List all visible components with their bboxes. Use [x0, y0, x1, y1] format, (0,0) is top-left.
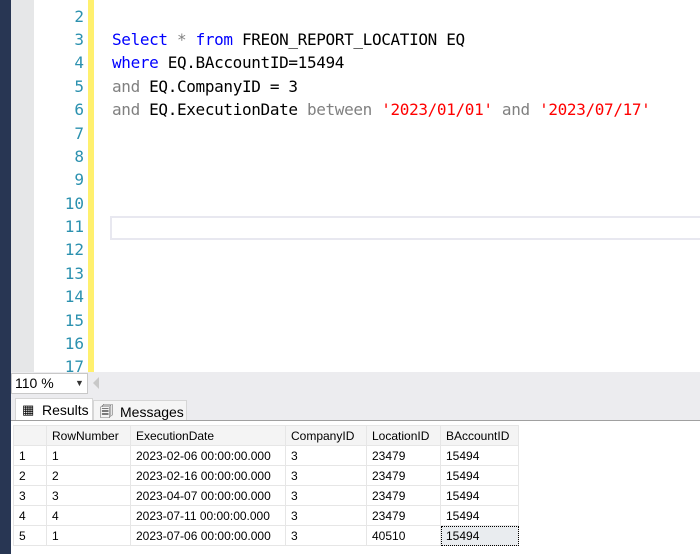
cell[interactable]: 3 — [285, 485, 367, 506]
code-text: FREON_REPORT_LOCATION EQ — [232, 30, 465, 49]
cell[interactable]: 4 — [46, 505, 131, 526]
string-literal: '2023/01/01' — [381, 100, 493, 119]
line-number: 9 — [74, 170, 84, 189]
column-header[interactable]: ExecutionDate — [130, 425, 286, 446]
cell[interactable]: 1 — [46, 445, 131, 466]
cell[interactable]: 23479 — [366, 485, 441, 506]
line-number: 16 — [64, 334, 84, 353]
tab-label: Results — [42, 402, 89, 418]
code-text: EQ.ExecutionDate — [139, 100, 307, 119]
tab-results[interactable]: ▦ Results — [15, 398, 93, 421]
operator: * — [167, 30, 196, 49]
editor-statusbar: 110 % ▼ — [11, 372, 700, 394]
cell[interactable]: 23479 — [366, 445, 441, 466]
cell[interactable]: 1 — [46, 525, 131, 546]
selected-cell[interactable]: 15494 — [440, 525, 519, 546]
cell[interactable]: 3 — [285, 465, 367, 486]
change-tracking-bar — [88, 0, 94, 372]
cell[interactable]: 2 — [46, 465, 131, 486]
chevron-down-icon: ▼ — [75, 378, 84, 388]
cell[interactable]: 23479 — [366, 465, 441, 486]
code-text: EQ.BAccountID=15494 — [158, 53, 345, 72]
cell[interactable]: 15494 — [440, 445, 519, 466]
column-header[interactable]: RowNumber — [46, 425, 131, 446]
row-header[interactable]: 3 — [13, 485, 47, 506]
zoom-level-value: 110 % — [15, 375, 54, 391]
line-number: 2 — [74, 7, 84, 26]
table-row: 5 1 2023-07-06 00:00:00.000 3 40510 1549… — [13, 525, 519, 546]
cell[interactable]: 2023-07-06 00:00:00.000 — [130, 525, 286, 546]
scroll-left-icon[interactable] — [93, 377, 99, 389]
line-number: 6 — [74, 100, 84, 119]
line-number: 10 — [64, 194, 84, 213]
query-editor[interactable]: 2 3 4 5 6 7 8 9 10 11 12 13 14 15 16 17 … — [34, 0, 700, 372]
cell[interactable]: 3 — [46, 485, 131, 506]
results-grid: RowNumber ExecutionDate CompanyID Locati… — [11, 420, 700, 555]
cell[interactable]: 3 — [285, 445, 367, 466]
line-number: 5 — [74, 77, 84, 96]
cell[interactable]: 2023-04-07 00:00:00.000 — [130, 485, 286, 506]
cell[interactable]: 23479 — [366, 505, 441, 526]
line-number: 17 — [64, 357, 84, 372]
column-header[interactable]: BAccountID — [440, 425, 519, 446]
cell[interactable]: 3 — [285, 505, 367, 526]
line-number: 7 — [74, 124, 84, 143]
row-header[interactable]: 2 — [13, 465, 47, 486]
keyword: from — [195, 30, 233, 49]
code-line-3[interactable]: Select * from FREON_REPORT_LOCATION EQ — [112, 28, 465, 51]
cell[interactable]: 2023-07-11 00:00:00.000 — [130, 505, 286, 526]
row-header[interactable]: 1 — [13, 445, 47, 466]
keyword: and — [492, 100, 540, 119]
cell[interactable]: 2023-02-16 00:00:00.000 — [130, 465, 286, 486]
cell[interactable]: 15494 — [440, 465, 519, 486]
cell[interactable]: 15494 — [440, 505, 519, 526]
keyword: Select — [112, 30, 168, 49]
keyword: where — [112, 53, 159, 72]
window-left-edge — [0, 0, 11, 554]
editor-margin — [11, 0, 34, 372]
line-number: 12 — [64, 240, 84, 259]
table-row: 3 3 2023-04-07 00:00:00.000 3 23479 1549… — [13, 485, 519, 506]
string-literal: '2023/07/17' — [539, 100, 651, 119]
line-number: 14 — [64, 287, 84, 306]
line-number: 3 — [74, 30, 84, 49]
zoom-level-dropdown[interactable]: 110 % ▼ — [11, 373, 88, 394]
keyword: and — [112, 77, 140, 96]
keyword: and — [112, 100, 140, 119]
line-number: 8 — [74, 147, 84, 166]
cell[interactable]: 3 — [285, 525, 367, 546]
table-row: 2 2 2023-02-16 00:00:00.000 3 23479 1549… — [13, 465, 519, 486]
table-row: 4 4 2023-07-11 00:00:00.000 3 23479 1549… — [13, 505, 519, 526]
column-header-corner[interactable] — [13, 425, 47, 446]
header-row: RowNumber ExecutionDate CompanyID Locati… — [13, 425, 519, 446]
code-text: EQ.CompanyID = 3 — [139, 77, 298, 96]
code-line-4[interactable]: where EQ.BAccountID=15494 — [112, 51, 344, 74]
table-row: 1 1 2023-02-06 00:00:00.000 3 23479 1549… — [13, 445, 519, 466]
grid-icon: ▦ — [22, 402, 35, 417]
cell[interactable]: 15494 — [440, 485, 519, 506]
results-tabs: ▦ Results 🗐 Messages — [11, 394, 700, 421]
column-header[interactable]: CompanyID — [285, 425, 367, 446]
line-number: 11 — [64, 217, 84, 236]
column-header[interactable]: LocationID — [366, 425, 441, 446]
line-number: 15 — [64, 311, 84, 330]
code-line-6[interactable]: and EQ.ExecutionDate between '2023/01/01… — [112, 98, 651, 121]
row-header[interactable]: 4 — [13, 505, 47, 526]
current-line-highlight — [110, 216, 700, 240]
row-header[interactable]: 5 — [13, 525, 47, 546]
operator: between — [306, 100, 372, 119]
code-line-5[interactable]: and EQ.CompanyID = 3 — [112, 75, 298, 98]
cell[interactable]: 40510 — [366, 525, 441, 546]
cell[interactable]: 2023-02-06 00:00:00.000 — [130, 445, 286, 466]
line-number: 4 — [74, 53, 84, 72]
tab-messages[interactable]: 🗐 Messages — [93, 400, 187, 421]
line-number: 13 — [64, 264, 84, 283]
